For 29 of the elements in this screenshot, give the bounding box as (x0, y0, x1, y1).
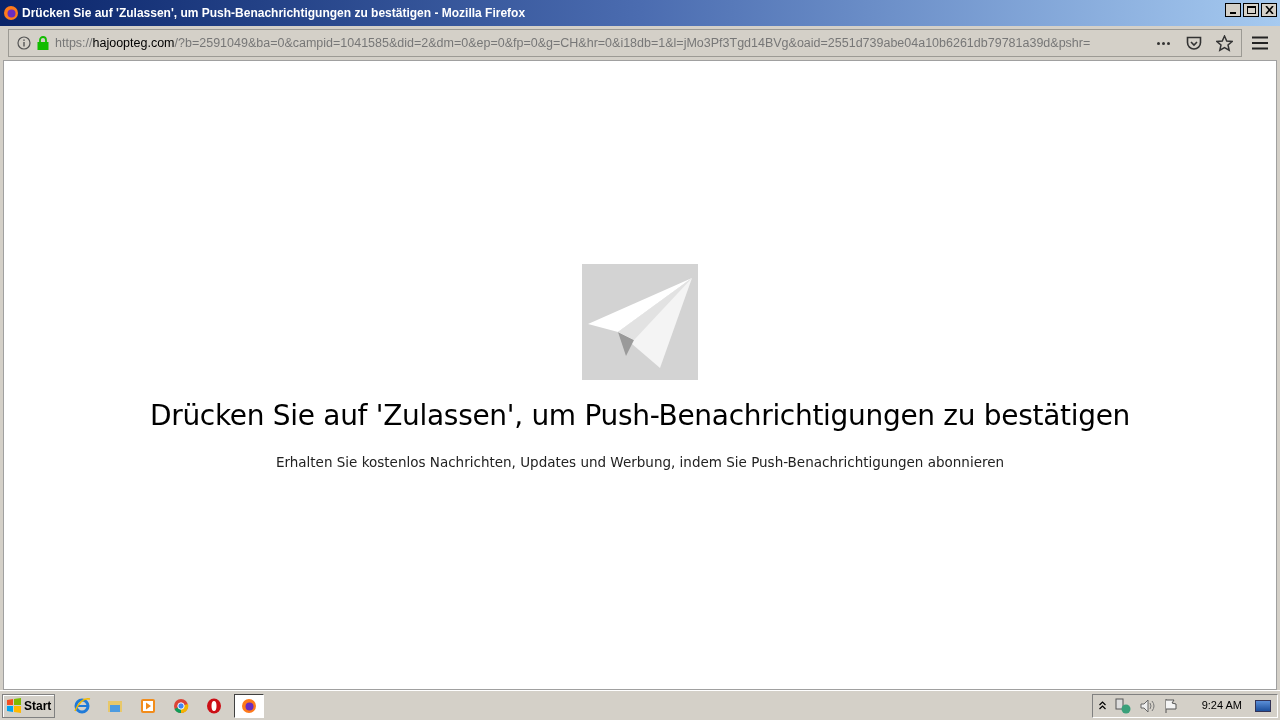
info-icon[interactable] (17, 36, 31, 50)
show-desktop-button[interactable] (1255, 699, 1271, 712)
chrome-icon (171, 696, 190, 715)
page-heading: Drücken Sie auf 'Zulassen', um Push-Benachrichtigungen zu bestätigen (149, 398, 1131, 434)
window-title: Drücken Sie auf 'Zulassen', um Push-Benachrichtigungen zu bestätigen - Mozilla Firefox (22, 5, 526, 22)
media-player-icon (138, 696, 157, 715)
chevron-up-icon[interactable] (1098, 701, 1106, 710)
volume-icon[interactable] (1139, 698, 1156, 713)
more-actions-icon[interactable] (1157, 41, 1170, 45)
menu-icon[interactable] (1252, 36, 1268, 50)
close-icon (1264, 6, 1274, 14)
flag-icon[interactable] (1164, 698, 1179, 713)
ie-icon (72, 696, 91, 715)
start-button[interactable]: Start (2, 693, 56, 718)
pocket-icon[interactable] (1186, 35, 1202, 51)
opera-icon (204, 696, 223, 715)
close-button[interactable] (1261, 3, 1277, 17)
page-subtitle: Erhalten Sie kostenlos Nachrichten, Updates und Werbung, indem Sie Push-Benachrichtigungen abonnieren (275, 453, 1005, 472)
minimize-button[interactable] (1225, 3, 1241, 17)
url-text: https://hajoopteg.com/?b=2591049&ba=0&campid=1041585&did=2&dm=0&ep=0&fp=0&g=CH&hr=0&i18db=1&l=jMo3Pf3Tgd14BVg&oaid=2551d739abe04a10b6261db79781a39d&pshr= (55, 34, 1092, 52)
address-bar[interactable]: https://hajoopteg.com/?b=2591049&ba=0&campid=1041585&did=2&dm=0&ep=0&fp=0&g=CH&hr=0&i18db=1&l=jMo3Pf3Tgd14BVg&oaid=2551d739abe04a10b6261db79781a39d&pshr= (8, 29, 1242, 57)
paper-plane-icon (582, 264, 698, 380)
windows-logo-icon (6, 697, 22, 714)
firefox-icon (3, 5, 19, 21)
maximize-button[interactable] (1243, 3, 1259, 17)
clock[interactable]: 9:24 AM (1201, 697, 1242, 714)
bookmark-star-icon[interactable] (1216, 34, 1233, 52)
firefox-icon (240, 696, 259, 715)
taskbar-app-button[interactable] (234, 693, 265, 718)
